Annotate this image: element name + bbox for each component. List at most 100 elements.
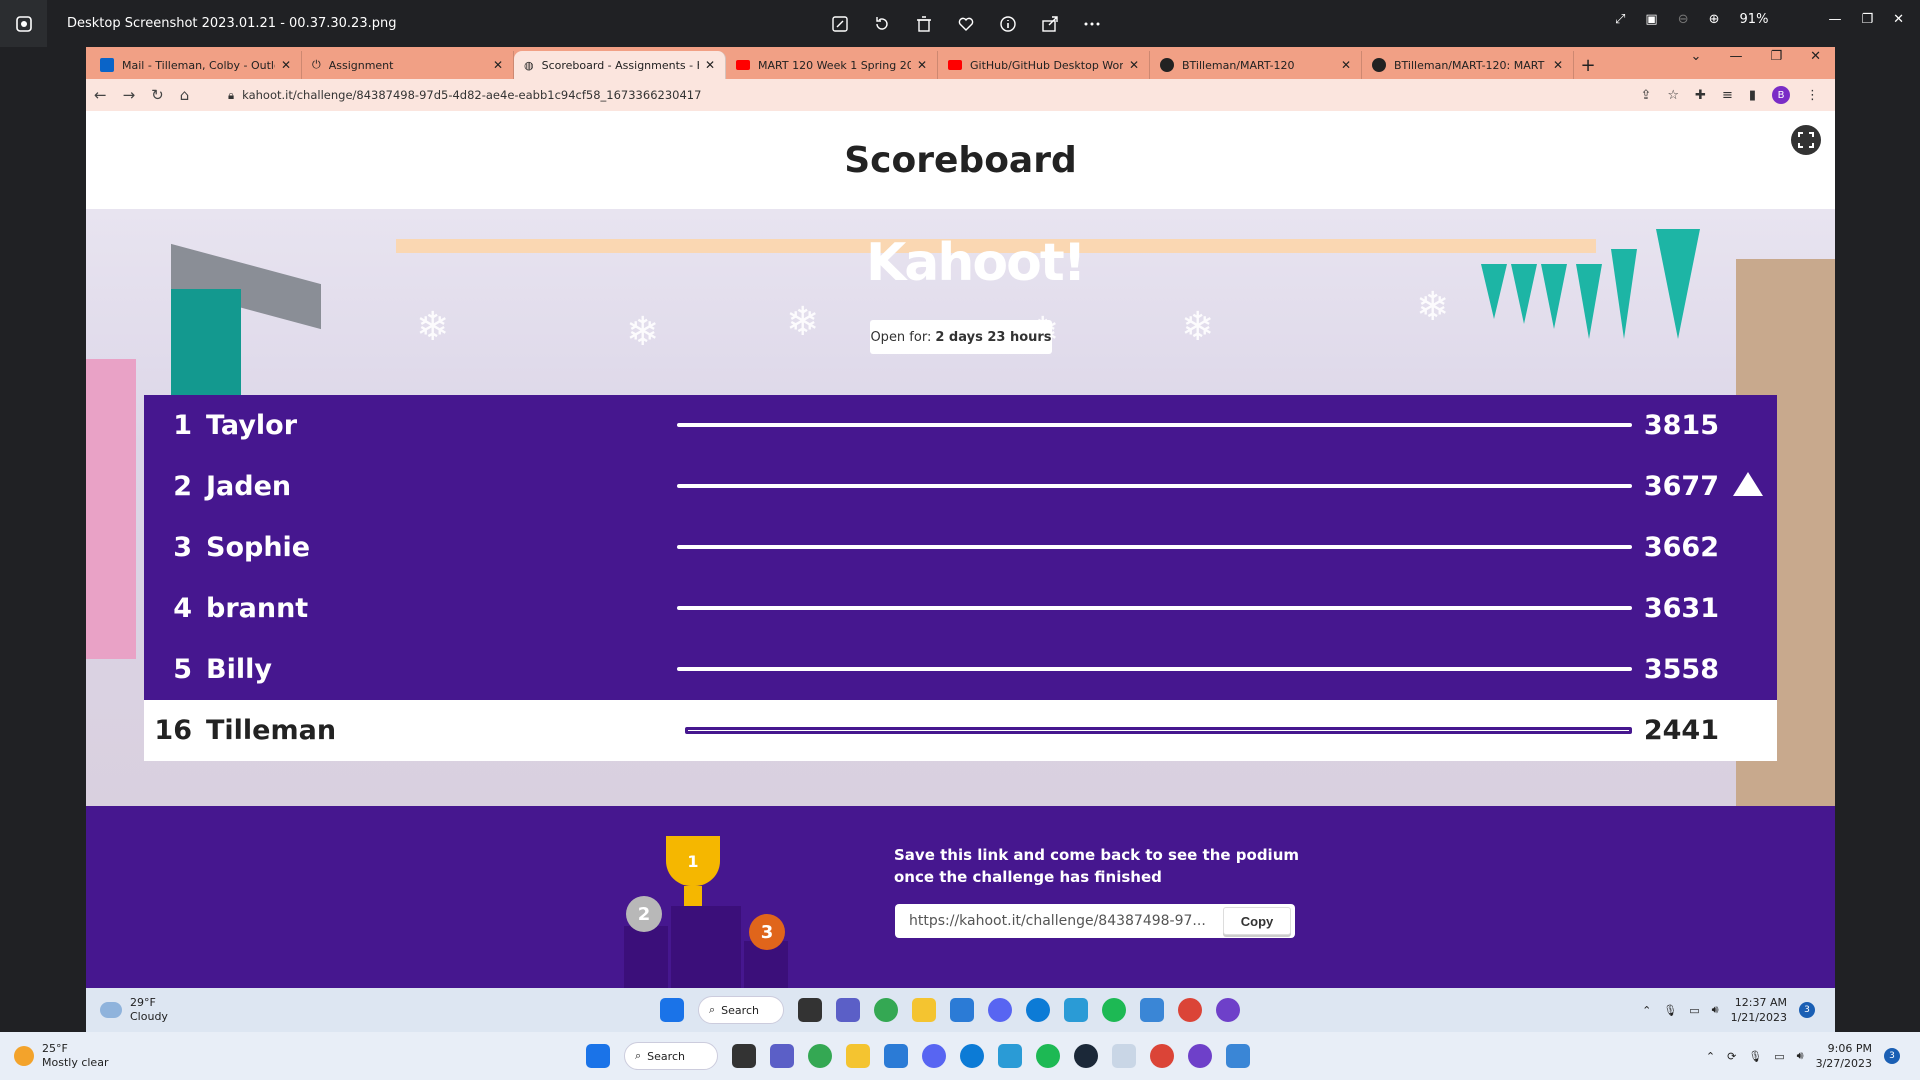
share-page-icon[interactable]: ⇪ [1640, 88, 1651, 103]
browser-restore-icon[interactable]: ❐ [1770, 49, 1782, 64]
photos-icon[interactable] [1140, 998, 1164, 1022]
tab-youtube-github[interactable]: GitHub/GitHub Desktop Workfl ✕ [938, 51, 1150, 79]
close-icon[interactable]: ✕ [1893, 12, 1904, 27]
edge-icon[interactable] [1026, 998, 1050, 1022]
inner-weather-widget[interactable]: 29°F Cloudy [86, 996, 168, 1024]
tab-close-icon[interactable]: ✕ [1553, 58, 1563, 72]
rotate-icon[interactable] [870, 12, 894, 36]
zoom-in-icon[interactable]: ⊕ [1709, 12, 1720, 27]
tab-close-icon[interactable]: ✕ [1129, 58, 1139, 72]
browser-close-icon[interactable]: ✕ [1810, 49, 1821, 64]
sync-icon[interactable]: ⟳ [1727, 1050, 1736, 1063]
notepad-icon[interactable] [1112, 1044, 1136, 1068]
home-icon[interactable]: ⌂ [180, 86, 190, 104]
windows-start-icon[interactable] [660, 998, 684, 1022]
fullscreen-button[interactable] [1791, 125, 1821, 155]
extensions-icon[interactable]: ✚ [1695, 88, 1706, 103]
store-icon[interactable] [884, 1044, 908, 1068]
network-icon[interactable]: ▭ [1774, 1050, 1784, 1063]
new-tab-button[interactable]: + [1574, 51, 1602, 79]
tab-github-repo-desc[interactable]: BTilleman/MART-120: MART 12 ✕ [1362, 51, 1574, 79]
player-name: Sophie [206, 532, 311, 563]
tab-close-icon[interactable]: ✕ [493, 58, 503, 72]
inner-clock[interactable]: 12:37 AM 1/21/2023 [1731, 995, 1787, 1025]
tray-chevron-icon[interactable]: ⌃ [1642, 1004, 1651, 1017]
tab-youtube-mart120[interactable]: MART 120 Week 1 Spring 2023 ✕ [726, 51, 938, 79]
more-icon[interactable] [1080, 12, 1104, 36]
chrome-profile-icon[interactable] [1178, 998, 1202, 1022]
chrome-icon[interactable] [808, 1044, 832, 1068]
minimize-icon[interactable]: — [1828, 12, 1841, 27]
tab-close-icon[interactable]: ✕ [917, 58, 927, 72]
profile-avatar[interactable]: B [1772, 86, 1790, 104]
copy-link-button[interactable]: Copy [1223, 907, 1291, 935]
spotify-icon[interactable] [1102, 998, 1126, 1022]
store-icon[interactable] [950, 998, 974, 1022]
info-icon[interactable] [996, 12, 1020, 36]
outlook-icon [100, 58, 114, 72]
teams-chat-icon[interactable] [770, 1044, 794, 1068]
windows-taskbar: 25°F Mostly clear ⌕ Search ⌃ ⟳ 🎙︎ ▭ 🔊︎ 9:… [0, 1032, 1920, 1080]
discord-icon[interactable] [988, 998, 1012, 1022]
file-explorer-icon[interactable] [846, 1044, 870, 1068]
github-desktop-icon[interactable] [1188, 1044, 1212, 1068]
challenge-link-text[interactable]: https://kahoot.it/challenge/84387498-97.… [895, 913, 1223, 929]
challenge-link-field[interactable]: https://kahoot.it/challenge/84387498-97.… [895, 904, 1295, 938]
microphone-icon[interactable]: 🎙︎ [1748, 1050, 1762, 1063]
teams-chat-icon[interactable] [836, 998, 860, 1022]
fullscreen-icon[interactable]: ⤢ [1615, 12, 1625, 27]
tab-close-icon[interactable]: ✕ [1341, 58, 1351, 72]
dolphin-app-icon[interactable] [1064, 998, 1088, 1022]
bunting-flag [1541, 264, 1567, 329]
task-view-icon[interactable] [732, 1044, 756, 1068]
forward-icon[interactable]: → [123, 86, 136, 104]
url-input[interactable]: 🔒︎ kahoot.it/challenge/84387498-97d5-4d8… [214, 83, 1641, 107]
photos-icon[interactable] [1226, 1044, 1250, 1068]
microphone-icon[interactable]: 🎙︎ [1663, 1004, 1677, 1017]
spotify-icon[interactable] [1036, 1044, 1060, 1068]
github-desktop-icon[interactable] [1216, 998, 1240, 1022]
back-icon[interactable]: ← [94, 86, 107, 104]
browser-minimize-icon[interactable]: — [1729, 49, 1742, 64]
bookmark-star-icon[interactable]: ☆ [1667, 88, 1679, 103]
delete-icon[interactable] [912, 12, 936, 36]
file-explorer-icon[interactable] [912, 998, 936, 1022]
task-view-icon[interactable] [798, 998, 822, 1022]
dolphin-app-icon[interactable] [998, 1044, 1022, 1068]
reading-list-icon[interactable]: ≡ [1722, 88, 1733, 103]
system-clock[interactable]: 9:06 PM 3/27/2023 [1816, 1041, 1872, 1071]
edit-icon[interactable] [828, 12, 852, 36]
favorite-icon[interactable] [954, 12, 978, 36]
volume-icon[interactable]: 🔊︎ [1797, 1049, 1804, 1063]
menu-kebab-icon[interactable]: ⋮ [1806, 88, 1819, 103]
inner-windows-taskbar: 29°F Cloudy ⌕ Search ⌃ 🎙︎ ▭ 🔊︎ 12:37 AM 1… [86, 988, 1835, 1032]
restore-icon[interactable]: ❐ [1861, 12, 1873, 27]
tab-outlook[interactable]: Mail - Tilleman, Colby - Outlook✕ [90, 51, 302, 79]
notification-badge[interactable]: 3 [1884, 1048, 1900, 1064]
edge-icon[interactable] [960, 1044, 984, 1068]
weather-widget[interactable]: 25°F Mostly clear [0, 1042, 108, 1070]
tab-github-repo[interactable]: BTilleman/MART-120 ✕ [1150, 51, 1362, 79]
trophy-number: 1 [687, 851, 699, 871]
volume-icon[interactable]: 🔊︎ [1712, 1003, 1719, 1017]
network-icon[interactable]: ▭ [1689, 1004, 1699, 1017]
fit-icon[interactable]: ▣ [1645, 12, 1657, 27]
discord-icon[interactable] [922, 1044, 946, 1068]
tab-scoreboard[interactable]: ◍ Scoreboard - Assignments - Kah✕ [514, 51, 726, 79]
tab-search-icon[interactable]: ⌄ [1691, 49, 1702, 64]
tab-close-icon[interactable]: ✕ [281, 58, 291, 72]
steam-icon[interactable] [1074, 1044, 1098, 1068]
tray-chevron-icon[interactable]: ⌃ [1706, 1050, 1715, 1063]
taskbar-search-button[interactable]: ⌕ Search [698, 996, 784, 1024]
taskbar-search-button[interactable]: ⌕ Search [624, 1042, 718, 1070]
tab-close-icon[interactable]: ✕ [705, 58, 715, 72]
side-panel-icon[interactable]: ▮ [1749, 88, 1756, 103]
share-icon[interactable] [1038, 12, 1062, 36]
chrome-profile-icon[interactable] [1150, 1044, 1174, 1068]
windows-start-icon[interactable] [586, 1044, 610, 1068]
zoom-out-icon[interactable]: ⊖ [1678, 12, 1689, 27]
reload-icon[interactable]: ↻ [151, 86, 164, 104]
notification-badge[interactable]: 3 [1799, 1002, 1815, 1018]
chrome-icon[interactable] [874, 998, 898, 1022]
tab-assignment[interactable]: ⏻ Assignment ✕ [302, 51, 514, 79]
